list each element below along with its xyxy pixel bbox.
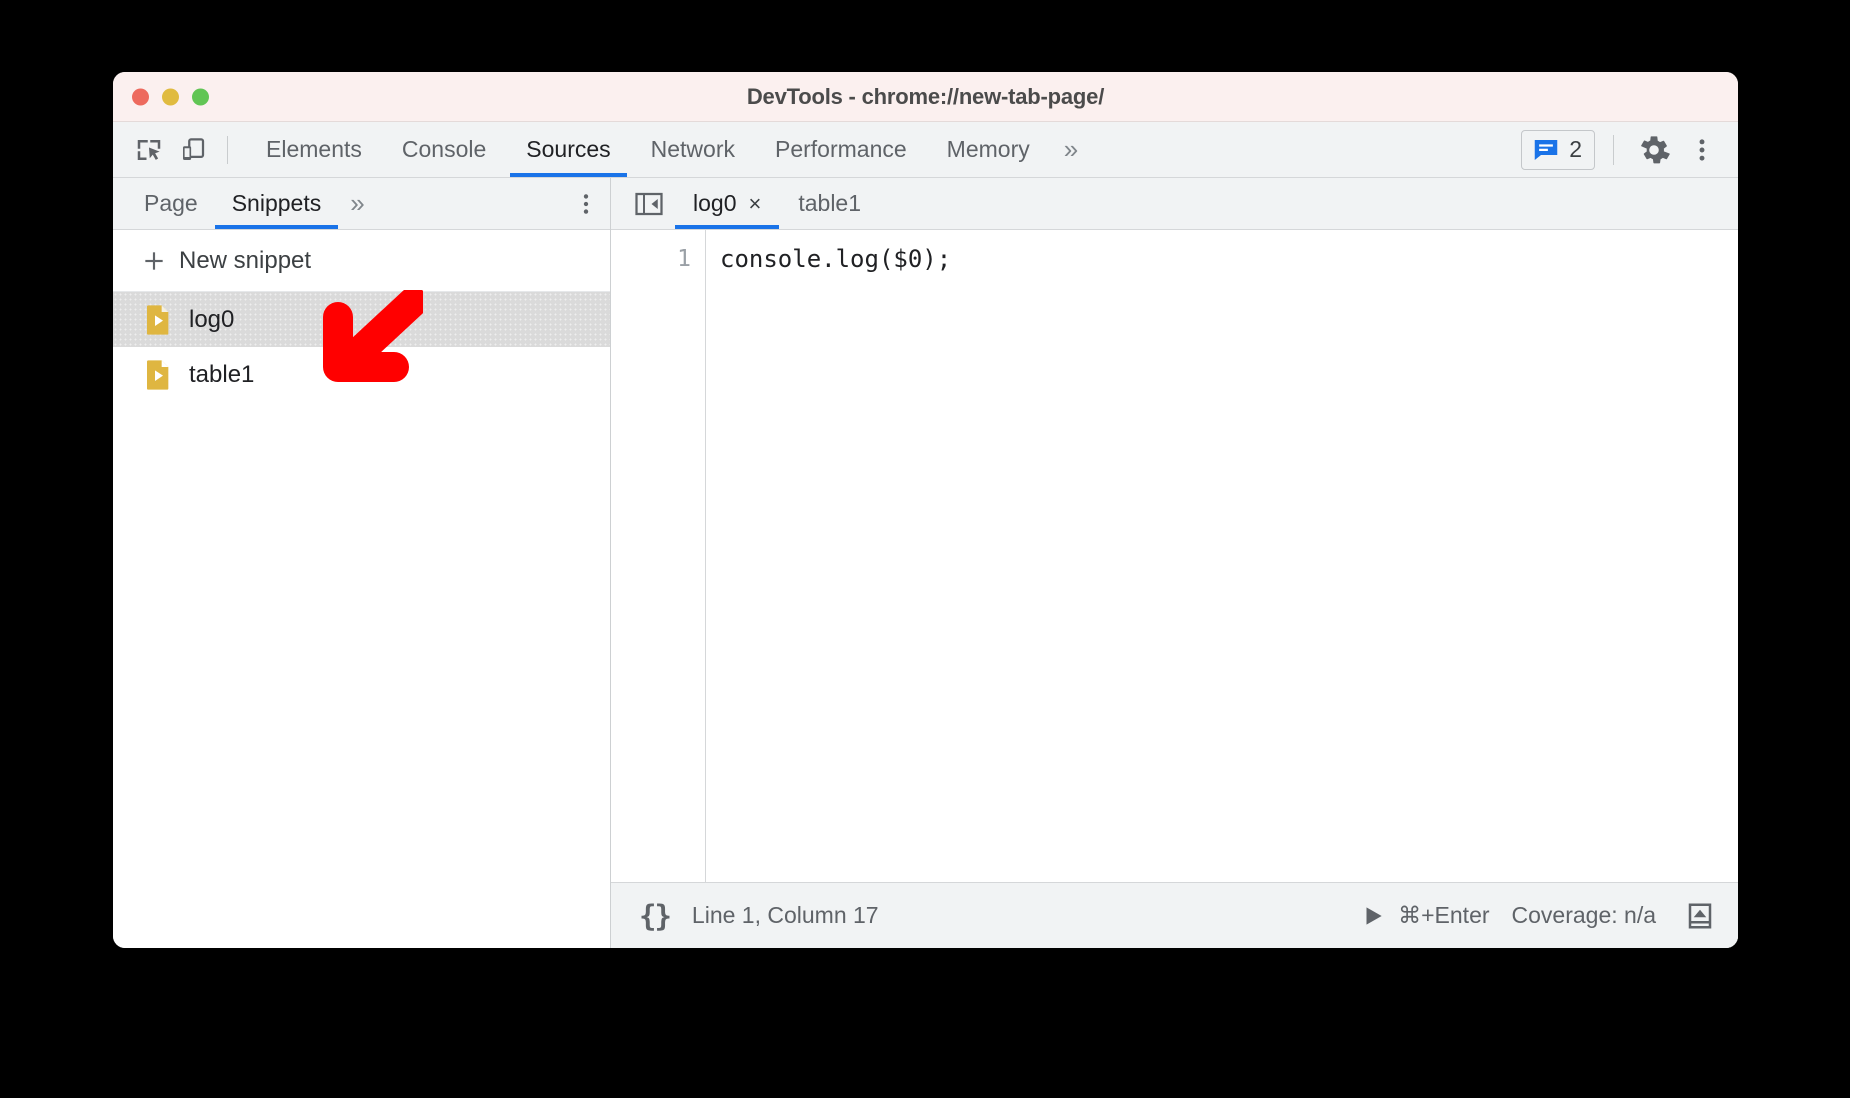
snippet-item-table1[interactable]: table1 — [113, 347, 610, 402]
close-window-button[interactable] — [132, 88, 149, 105]
editor-pane: log0 × table1 1 console.log($0); {} Line… — [611, 178, 1738, 948]
inspect-element-glyph — [137, 139, 161, 160]
snippet-file-icon — [147, 359, 169, 390]
gear-icon[interactable] — [1632, 130, 1676, 170]
toolbar-right-actions: 2 — [1521, 129, 1730, 170]
pretty-print-button[interactable]: {} — [639, 899, 672, 933]
gear-glyph — [1641, 135, 1670, 163]
nav-more-chevron-icon[interactable]: » — [338, 178, 376, 229]
code-editor[interactable]: 1 console.log($0); — [611, 230, 1738, 882]
more-panels-chevron-icon[interactable]: » — [1050, 122, 1092, 177]
tab-console-label: Console — [401, 136, 487, 162]
navigator-pane: Page Snippets » New snippet log0 table1 — [113, 178, 611, 948]
play-triangle-icon — [1366, 906, 1382, 925]
show-drawer-glyph — [1688, 903, 1712, 928]
more-panels-label: » — [1063, 134, 1079, 164]
traffic-lights — [132, 88, 209, 105]
plus-icon — [145, 251, 163, 270]
snippet-label: log0 — [189, 305, 235, 333]
toolbar-divider — [227, 135, 228, 164]
main-toolbar: Elements Console Sources Network Perform… — [113, 122, 1738, 178]
main-menu-glyph — [1699, 138, 1705, 161]
sources-panel-body: Page Snippets » New snippet log0 table1 … — [113, 178, 1738, 948]
cursor-position-label: Line 1, Column 17 — [691, 902, 879, 928]
run-snippet-button[interactable]: ⌘+Enter — [1360, 902, 1490, 929]
tab-performance[interactable]: Performance — [755, 122, 927, 177]
editor-status-bar: {} Line 1, Column 17 ⌘+Enter Coverage: n… — [611, 882, 1738, 948]
window-title: DevTools - chrome://new-tab-page/ — [746, 83, 1105, 109]
tab-sources-label: Sources — [526, 136, 611, 162]
run-shortcut-label: ⌘+Enter — [1398, 902, 1490, 928]
snippet-item-log0[interactable]: log0 — [113, 292, 610, 347]
snippet-file-icon — [147, 304, 169, 335]
nav-tab-page[interactable]: Page — [127, 178, 215, 229]
close-icon[interactable]: × — [748, 192, 761, 215]
tab-elements-label: Elements — [266, 136, 362, 162]
nav-tab-page-label: Page — [144, 190, 198, 216]
issues-badge[interactable]: 2 — [1521, 129, 1595, 170]
code-text[interactable]: console.log($0); — [706, 230, 1738, 882]
new-snippet-label: New snippet — [179, 246, 312, 274]
issues-message-icon — [1534, 139, 1558, 160]
collapse-sidebar-icon[interactable] — [623, 178, 675, 229]
navigator-tabbar: Page Snippets » — [113, 178, 610, 230]
issues-count: 2 — [1569, 136, 1582, 162]
tab-performance-label: Performance — [775, 136, 907, 162]
tab-memory-label: Memory — [946, 136, 1030, 162]
tab-sources[interactable]: Sources — [506, 122, 630, 177]
vertical-dots-icon — [583, 193, 589, 214]
new-snippet-button[interactable]: New snippet — [113, 230, 610, 292]
nav-tab-snippets-label: Snippets — [231, 190, 322, 216]
editor-tab-table1-label: table1 — [798, 190, 862, 216]
zoom-window-button[interactable] — [192, 88, 209, 105]
tab-console[interactable]: Console — [382, 122, 506, 177]
tab-network-label: Network — [650, 136, 735, 162]
tab-elements[interactable]: Elements — [246, 122, 382, 177]
nav-more-label: » — [350, 188, 365, 218]
editor-tab-table1[interactable]: table1 — [780, 178, 880, 229]
snippet-label: table1 — [189, 360, 255, 388]
line-number: 1 — [677, 246, 691, 272]
minimize-window-button[interactable] — [162, 88, 179, 105]
tab-network[interactable]: Network — [631, 122, 755, 177]
tab-memory[interactable]: Memory — [927, 122, 1050, 177]
editor-tab-log0-label: log0 — [693, 190, 737, 216]
device-toolbar-glyph — [183, 137, 205, 160]
show-drawer-icon[interactable] — [1678, 896, 1722, 936]
collapse-sidebar-glyph — [635, 192, 663, 215]
window-titlebar: DevTools - chrome://new-tab-page/ — [113, 72, 1738, 122]
nav-tab-snippets[interactable]: Snippets — [214, 178, 339, 229]
status-bar-right: ⌘+Enter Coverage: n/a — [1360, 896, 1734, 936]
vertical-dots-icon[interactable] — [1680, 130, 1724, 170]
panel-tabs: Elements Console Sources Network Perform… — [246, 122, 1092, 177]
devtools-window: DevTools - chrome://new-tab-page/ Elemen… — [113, 72, 1738, 948]
editor-tabbar: log0 × table1 — [611, 178, 1738, 230]
coverage-status-label: Coverage: n/a — [1511, 902, 1656, 928]
device-toolbar-icon[interactable] — [171, 130, 215, 170]
inspect-element-icon[interactable] — [127, 130, 171, 170]
line-number-gutter: 1 — [611, 230, 706, 882]
editor-tab-log0[interactable]: log0 × — [675, 178, 781, 229]
navigator-menu-button[interactable] — [562, 178, 610, 229]
toolbar-divider-2 — [1613, 134, 1614, 165]
